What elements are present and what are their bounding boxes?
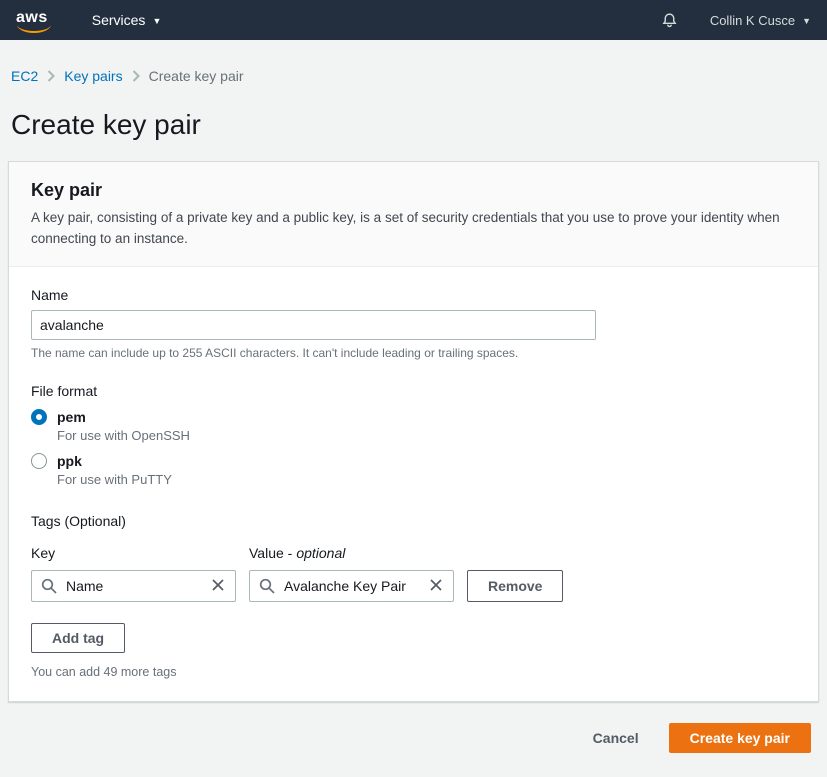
breadcrumb-current: Create key pair xyxy=(149,68,244,84)
breadcrumb-separator-icon xyxy=(47,70,55,82)
breadcrumb-link-ec2[interactable]: EC2 xyxy=(11,68,38,84)
tag-key-label: Key xyxy=(31,545,249,561)
create-key-pair-button[interactable]: Create key pair xyxy=(669,723,811,753)
tags-section-label: Tags (Optional) xyxy=(31,513,796,529)
radio-button-icon[interactable] xyxy=(31,409,47,425)
ppk-radio-description: For use with PuTTY xyxy=(57,472,796,487)
name-field-label: Name xyxy=(31,287,796,303)
key-pair-panel: Key pair A key pair, consisting of a pri… xyxy=(8,161,819,702)
ppk-radio-label: ppk xyxy=(57,453,82,469)
tag-value-input[interactable] xyxy=(250,578,453,594)
tags-remaining-helper: You can add 49 more tags xyxy=(31,665,796,679)
key-pair-name-input[interactable] xyxy=(31,310,596,340)
chevron-down-icon: ▼ xyxy=(152,17,161,26)
ppk-radio[interactable]: ppk xyxy=(31,453,796,469)
breadcrumb-separator-icon xyxy=(132,70,140,82)
radio-option-pem: pem For use with OpenSSH xyxy=(31,409,796,443)
form-actions: Cancel Create key pair xyxy=(0,702,827,777)
clear-value-icon[interactable] xyxy=(426,577,446,597)
add-tag-button[interactable]: Add tag xyxy=(31,623,125,653)
user-name: Collin K Cusce xyxy=(710,13,795,28)
breadcrumb-link-key-pairs[interactable]: Key pairs xyxy=(64,68,122,84)
pem-radio[interactable]: pem xyxy=(31,409,796,425)
tag-key-input-wrap xyxy=(31,570,236,602)
clear-key-icon[interactable] xyxy=(208,577,228,597)
page-title: Create key pair xyxy=(0,84,827,161)
pem-radio-description: For use with OpenSSH xyxy=(57,428,796,443)
tag-value-label: Value -optional xyxy=(249,545,345,561)
tag-row: Remove xyxy=(31,570,796,602)
panel-header: Key pair A key pair, consisting of a pri… xyxy=(9,162,818,267)
tag-key-input[interactable] xyxy=(32,578,235,594)
pem-radio-label: pem xyxy=(57,409,86,425)
panel-title: Key pair xyxy=(31,180,796,201)
top-navigation-bar: aws Services ▼ Collin K Cusce ▼ xyxy=(0,0,827,40)
breadcrumb: EC2 Key pairs Create key pair xyxy=(0,40,827,84)
panel-body: Name The name can include up to 255 ASCI… xyxy=(9,267,818,701)
user-account-menu[interactable]: Collin K Cusce ▼ xyxy=(710,13,811,28)
search-icon xyxy=(259,578,275,594)
chevron-down-icon: ▼ xyxy=(802,17,811,26)
tag-value-input-wrap xyxy=(249,570,454,602)
notifications-bell-icon[interactable] xyxy=(661,12,678,29)
tag-column-labels: Key Value -optional xyxy=(31,545,796,561)
aws-logo[interactable]: aws xyxy=(16,10,48,26)
services-menu[interactable]: Services ▼ xyxy=(92,12,162,28)
radio-option-ppk: ppk For use with PuTTY xyxy=(31,453,796,487)
file-format-label: File format xyxy=(31,383,796,399)
radio-button-icon[interactable] xyxy=(31,453,47,469)
name-field-helper: The name can include up to 255 ASCII cha… xyxy=(31,346,796,360)
cancel-button[interactable]: Cancel xyxy=(593,730,639,746)
search-icon xyxy=(41,578,57,594)
remove-tag-button[interactable]: Remove xyxy=(467,570,563,602)
services-menu-label: Services xyxy=(92,12,146,28)
panel-description: A key pair, consisting of a private key … xyxy=(31,208,796,250)
